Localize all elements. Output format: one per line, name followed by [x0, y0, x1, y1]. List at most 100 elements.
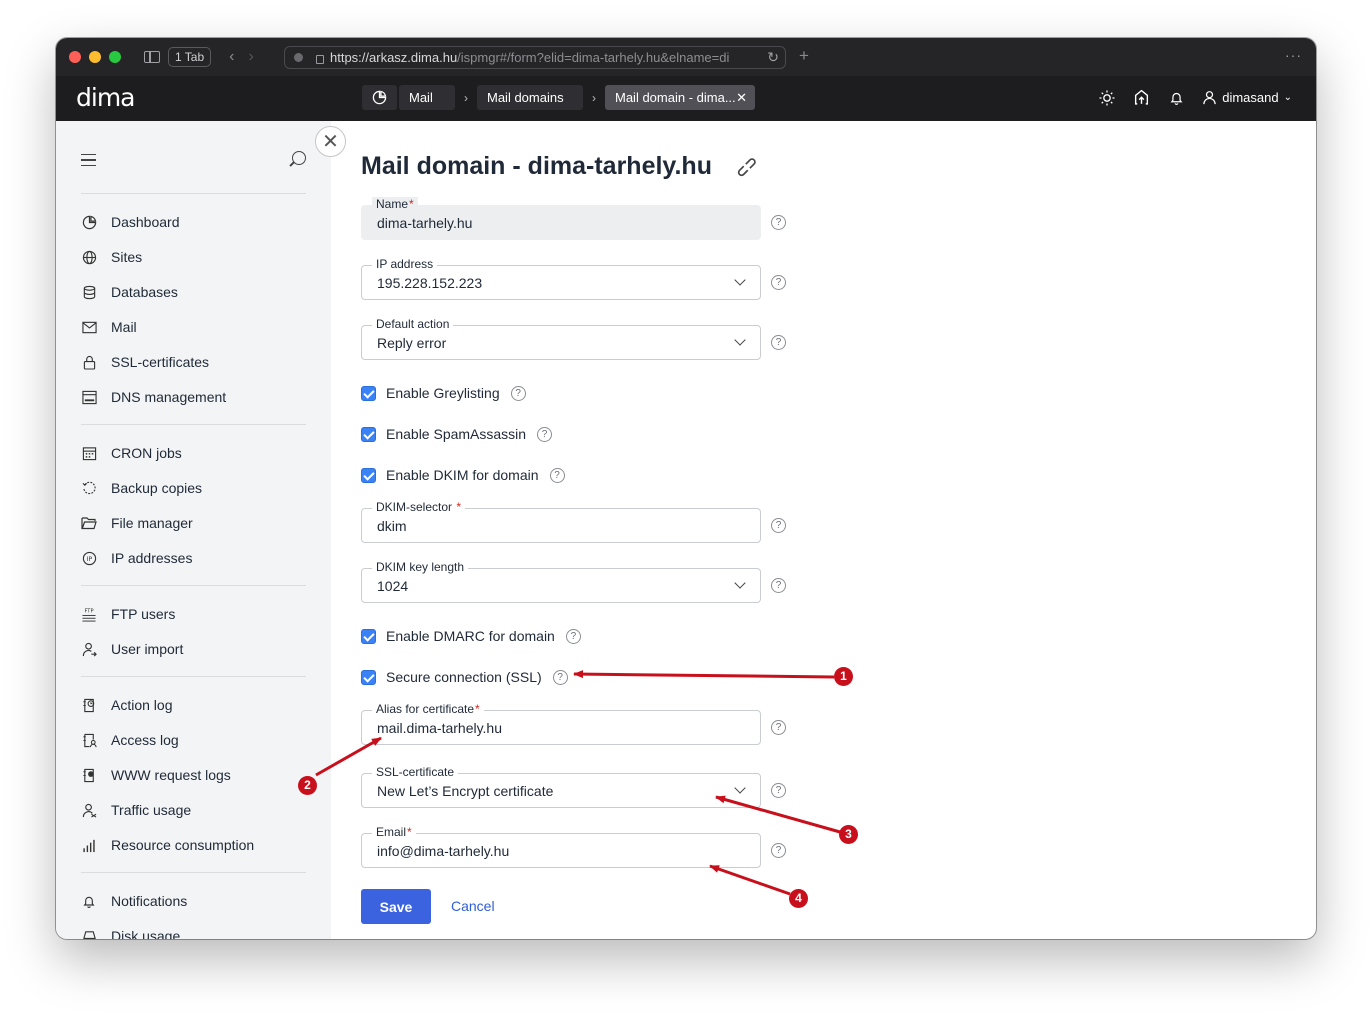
new-tab-icon[interactable]: + — [799, 46, 809, 66]
sidebar-item-access-log[interactable]: Access log — [81, 730, 179, 750]
search-icon[interactable] — [292, 151, 306, 165]
help-icon[interactable]: ? — [771, 335, 786, 350]
breadcrumb: Mail › Mail domains › Mail domain - dima… — [362, 85, 755, 110]
email-field[interactable]: Email* info@dima-tarhely.hu — [361, 825, 761, 868]
sidebar-item-label: Backup copies — [111, 480, 203, 496]
site-info-icon[interactable] — [294, 53, 303, 62]
help-icon[interactable]: ? — [510, 385, 526, 401]
ssl-checkbox[interactable] — [361, 669, 376, 685]
help-icon[interactable]: ? — [771, 215, 786, 230]
more-menu-icon[interactable]: ··· — [1285, 47, 1302, 63]
breadcrumb-home[interactable] — [362, 85, 397, 110]
sidebar-toggle-icon[interactable] — [144, 51, 160, 63]
dmarc-checkbox-row[interactable]: Enable DMARC for domain ? — [361, 627, 581, 645]
help-icon[interactable]: ? — [771, 720, 786, 735]
sidebar-item-sites[interactable]: Sites — [81, 247, 142, 267]
user-menu[interactable]: dimasand ⌄ — [1202, 90, 1292, 105]
required-marker: * — [475, 702, 480, 716]
ssl-checkbox-row[interactable]: Secure connection (SSL) ? — [361, 668, 568, 686]
ip-address-select[interactable]: IP address 195.228.152.223 — [361, 257, 761, 300]
dkim-selector-label-text: DKIM-selector — [376, 500, 453, 514]
sidebar-item-resource-consumption[interactable]: Resource consumption — [81, 835, 254, 855]
name-field[interactable]: Name* dima-tarhely.hu — [361, 197, 761, 240]
bell-icon[interactable] — [1167, 88, 1186, 107]
help-icon[interactable]: ? — [552, 669, 568, 685]
reload-icon[interactable]: ↻ — [763, 49, 779, 66]
upload-icon[interactable] — [1132, 88, 1151, 107]
help-icon[interactable]: ? — [537, 426, 553, 442]
sidebar-item-ftp-users[interactable]: FTP FTP users — [81, 604, 175, 624]
breadcrumb-mail-domains[interactable]: Mail domains — [477, 85, 583, 110]
page-title-text: Mail domain - dima-tarhely.hu — [361, 152, 712, 180]
sidebar-item-dashboard[interactable]: Dashboard — [81, 212, 180, 232]
address-bar[interactable]: https://arkasz.dima.hu/ispmgr#/form?elid… — [284, 46, 786, 69]
sidebar-item-dns-management[interactable]: DNS management — [81, 387, 226, 407]
lock-icon — [316, 55, 324, 64]
lock-icon — [81, 354, 97, 370]
dima-logo[interactable]: dima — [76, 83, 135, 112]
sidebar-item-user-import[interactable]: User import — [81, 639, 183, 659]
spamassassin-checkbox-row[interactable]: Enable SpamAssassin ? — [361, 425, 553, 443]
tab-count-button[interactable]: 1 Tab — [168, 47, 212, 67]
browser-toolbar: 1 Tab ‹ › https://arkasz.dima.hu/ispmgr#… — [56, 38, 1316, 76]
email-label-text: Email — [376, 825, 407, 839]
close-icon: ✕ — [322, 130, 339, 153]
sidebar-item-ssl-certificates[interactable]: SSL-certificates — [81, 352, 209, 372]
help-icon[interactable]: ? — [771, 275, 786, 290]
sidebar: Dashboard Sites Databases Mail SSL-certi… — [56, 121, 331, 939]
sidebar-item-notifications[interactable]: Notifications — [81, 891, 187, 911]
chevron-down-icon — [734, 782, 746, 794]
sidebar-item-backup-copies[interactable]: Backup copies — [81, 478, 202, 498]
sidebar-item-traffic-usage[interactable]: Traffic usage — [81, 800, 191, 820]
dkim-selector-field[interactable]: DKIM-selector * dkim — [361, 500, 761, 543]
hamburger-menu-icon[interactable] — [81, 154, 96, 166]
sidebar-item-databases[interactable]: Databases — [81, 282, 178, 302]
close-icon[interactable]: ✕ — [736, 90, 747, 106]
sidebar-item-www-request-logs[interactable]: WWW request logs — [81, 765, 231, 785]
theme-toggle-icon[interactable] — [1097, 88, 1116, 107]
link-icon[interactable]: ⊂⊃ — [731, 151, 762, 182]
chevron-down-icon — [734, 577, 746, 589]
sidebar-item-cron-jobs[interactable]: CRON jobs — [81, 443, 182, 463]
help-icon[interactable]: ? — [549, 467, 565, 483]
help-icon[interactable]: ? — [771, 783, 786, 798]
help-icon[interactable]: ? — [771, 578, 786, 593]
spamassassin-checkbox[interactable] — [361, 426, 376, 442]
breadcrumb-mail[interactable]: Mail — [399, 85, 455, 110]
ssl-certificate-select[interactable]: SSL-certificate New Let’s Encrypt certif… — [361, 765, 761, 808]
sidebar-item-label: Resource consumption — [111, 837, 255, 853]
save-button[interactable]: Save — [361, 889, 431, 924]
sidebar-item-ip-addresses[interactable]: IP IP addresses — [81, 548, 192, 568]
maximize-window-button[interactable] — [109, 51, 121, 63]
close-window-button[interactable] — [69, 51, 81, 63]
sidebar-item-action-log[interactable]: Action log — [81, 695, 172, 715]
close-panel-button[interactable]: ✕ — [315, 126, 346, 157]
dkim-checkbox-row[interactable]: Enable DKIM for domain ? — [361, 466, 565, 484]
name-value: dima-tarhely.hu — [377, 215, 473, 231]
help-icon[interactable]: ? — [565, 628, 581, 644]
ip-address-value: 195.228.152.223 — [377, 275, 483, 291]
dmarc-checkbox[interactable] — [361, 628, 376, 644]
greylisting-checkbox-row[interactable]: Enable Greylisting ? — [361, 384, 526, 402]
breadcrumb-current[interactable]: Mail domain - dima... ✕ — [605, 85, 755, 110]
help-icon[interactable]: ? — [771, 518, 786, 533]
dkim-checkbox[interactable] — [361, 467, 376, 483]
minimize-window-button[interactable] — [89, 51, 101, 63]
svg-text:IP: IP — [86, 555, 92, 562]
sidebar-item-mail[interactable]: Mail — [81, 317, 137, 337]
default-action-select[interactable]: Default action Reply error — [361, 317, 761, 360]
forward-arrow-icon[interactable]: › — [248, 48, 253, 66]
alias-field[interactable]: Alias for certificate* mail.dima-tarhely… — [361, 702, 761, 745]
sidebar-item-file-manager[interactable]: File manager — [81, 513, 193, 533]
database-icon — [81, 284, 97, 300]
required-marker: * — [453, 500, 462, 514]
default-action-value: Reply error — [377, 335, 447, 351]
user-icon — [1203, 91, 1216, 105]
greylisting-checkbox[interactable] — [361, 385, 376, 401]
disk-icon — [81, 928, 97, 939]
sidebar-item-disk-usage[interactable]: Disk usage — [81, 926, 180, 939]
back-arrow-icon[interactable]: ‹ — [229, 48, 234, 66]
help-icon[interactable]: ? — [771, 843, 786, 858]
cancel-button[interactable]: Cancel — [451, 898, 495, 914]
dkim-key-length-select[interactable]: DKIM key length 1024 — [361, 560, 761, 603]
